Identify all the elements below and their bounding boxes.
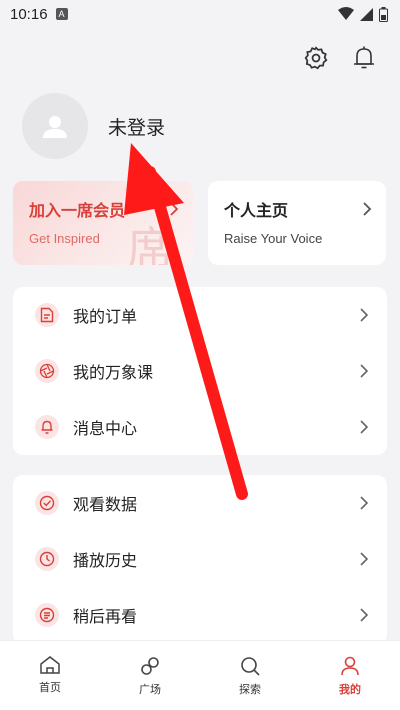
menu-group-primary: 我的订单 我的万象课 消息中心 [13,287,387,455]
check-circle-icon [35,491,59,515]
menu-item-label: 消息中心 [73,419,138,438]
menu-item-label: 观看数据 [73,495,138,514]
chevron-right-icon [360,364,369,378]
status-bar: 10:16 A [0,0,400,28]
gear-icon [304,46,328,70]
menu-item-label: 稍后再看 [73,607,138,626]
menu-item-label: 播放历史 [73,551,138,570]
chevron-right-icon [170,202,179,216]
order-icon [35,303,59,327]
link-icon [141,657,159,675]
menu-item-label: 我的万象课 [73,363,154,382]
menu-item-watch-later[interactable]: 稍后再看 [13,587,387,643]
personal-homepage-card[interactable]: 个人主页 Raise Your Voice [208,181,386,265]
bell-icon [354,46,374,69]
avatar[interactable] [22,93,88,159]
settings-button[interactable] [302,44,330,72]
home-card-title: 个人主页 [224,201,289,220]
notifications-button[interactable] [350,44,378,72]
tab-square[interactable]: 广场 [100,641,200,710]
tab-label: 我的 [339,683,361,696]
chevron-right-icon [360,496,369,510]
battery-icon [379,6,388,22]
tab-mine[interactable]: 我的 [300,641,400,710]
home-icon [40,656,60,674]
bell-icon [35,415,59,439]
vip-membership-card[interactable]: 席 加入一席会员 Get Inspired [13,181,193,265]
chevron-right-icon [360,608,369,622]
person-icon [341,656,359,676]
login-status-text[interactable]: 未登录 [108,113,165,140]
menu-item-history[interactable]: 播放历史 [13,531,387,587]
tab-explore[interactable]: 探索 [200,641,300,710]
home-card-subtitle: Raise Your Voice [224,231,323,246]
menu-item-orders[interactable]: 我的订单 [13,287,387,343]
aperture-icon [35,359,59,383]
tab-label: 广场 [139,683,161,696]
chevron-right-icon [363,202,372,216]
clock-icon [35,547,59,571]
tab-label: 首页 [39,681,61,694]
menu-item-courses[interactable]: 我的万象课 [13,343,387,399]
top-actions [302,44,378,72]
tab-label: 探索 [239,683,261,696]
chevron-right-icon [360,420,369,434]
menu-group-secondary: 观看数据 播放历史 稍后再看 [13,475,387,645]
profile-section[interactable]: 未登录 [22,93,165,159]
notification-icon: A [55,8,68,20]
menu-item-label: 我的订单 [73,307,138,326]
search-icon [241,657,260,676]
chevron-right-icon [360,308,369,322]
vip-watermark: 席 [127,222,173,265]
list-icon [35,603,59,627]
signal-icon [360,7,373,21]
status-indicators [338,6,388,22]
wifi-icon [338,7,354,20]
tab-home[interactable]: 首页 [0,641,100,710]
user-placeholder-icon [43,116,67,138]
chevron-right-icon [360,552,369,566]
status-time: 10:16 [10,5,48,23]
bottom-tab-bar: 首页 广场 探索 我的 [0,640,400,710]
menu-item-messages[interactable]: 消息中心 [13,399,387,455]
menu-item-watch-data[interactable]: 观看数据 [13,475,387,531]
